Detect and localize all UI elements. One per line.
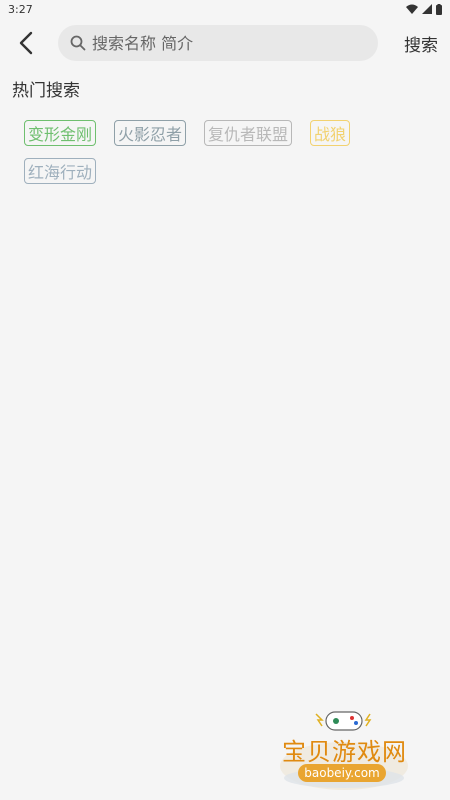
status-icons (406, 3, 442, 15)
search-box[interactable] (58, 25, 378, 61)
status-time: 3:27 (8, 2, 33, 16)
back-button[interactable] (4, 22, 48, 64)
battery-icon (436, 3, 442, 15)
search-header: 搜索 (0, 22, 450, 64)
hot-search-title: 热门搜索 (12, 81, 80, 101)
hot-search-tag[interactable]: 火影忍者 (114, 120, 187, 146)
hot-search-tag[interactable]: 复仇者联盟 (204, 120, 293, 146)
hot-search-tag[interactable]: 战狼 (310, 120, 351, 146)
watermark-text: 宝贝游戏网 (282, 738, 407, 766)
status-bar: 3:27 (0, 0, 450, 18)
signal-icon (422, 4, 432, 14)
wifi-icon (406, 4, 418, 14)
search-button[interactable]: 搜索 (404, 31, 438, 56)
watermark-url: baobeiy.com (298, 764, 386, 782)
hot-search-tag[interactable]: 变形金刚 (24, 120, 97, 146)
search-icon (70, 35, 86, 51)
back-arrow-icon (19, 31, 33, 55)
search-input[interactable] (90, 32, 354, 54)
watermark-logo: 宝贝游戏网 baobeiy.com (272, 704, 422, 794)
hot-search-tag[interactable]: 红海行动 (24, 158, 97, 184)
hot-search-tags: 变形金刚 火影忍者 复仇者联盟 战狼红海行动 (24, 120, 384, 184)
